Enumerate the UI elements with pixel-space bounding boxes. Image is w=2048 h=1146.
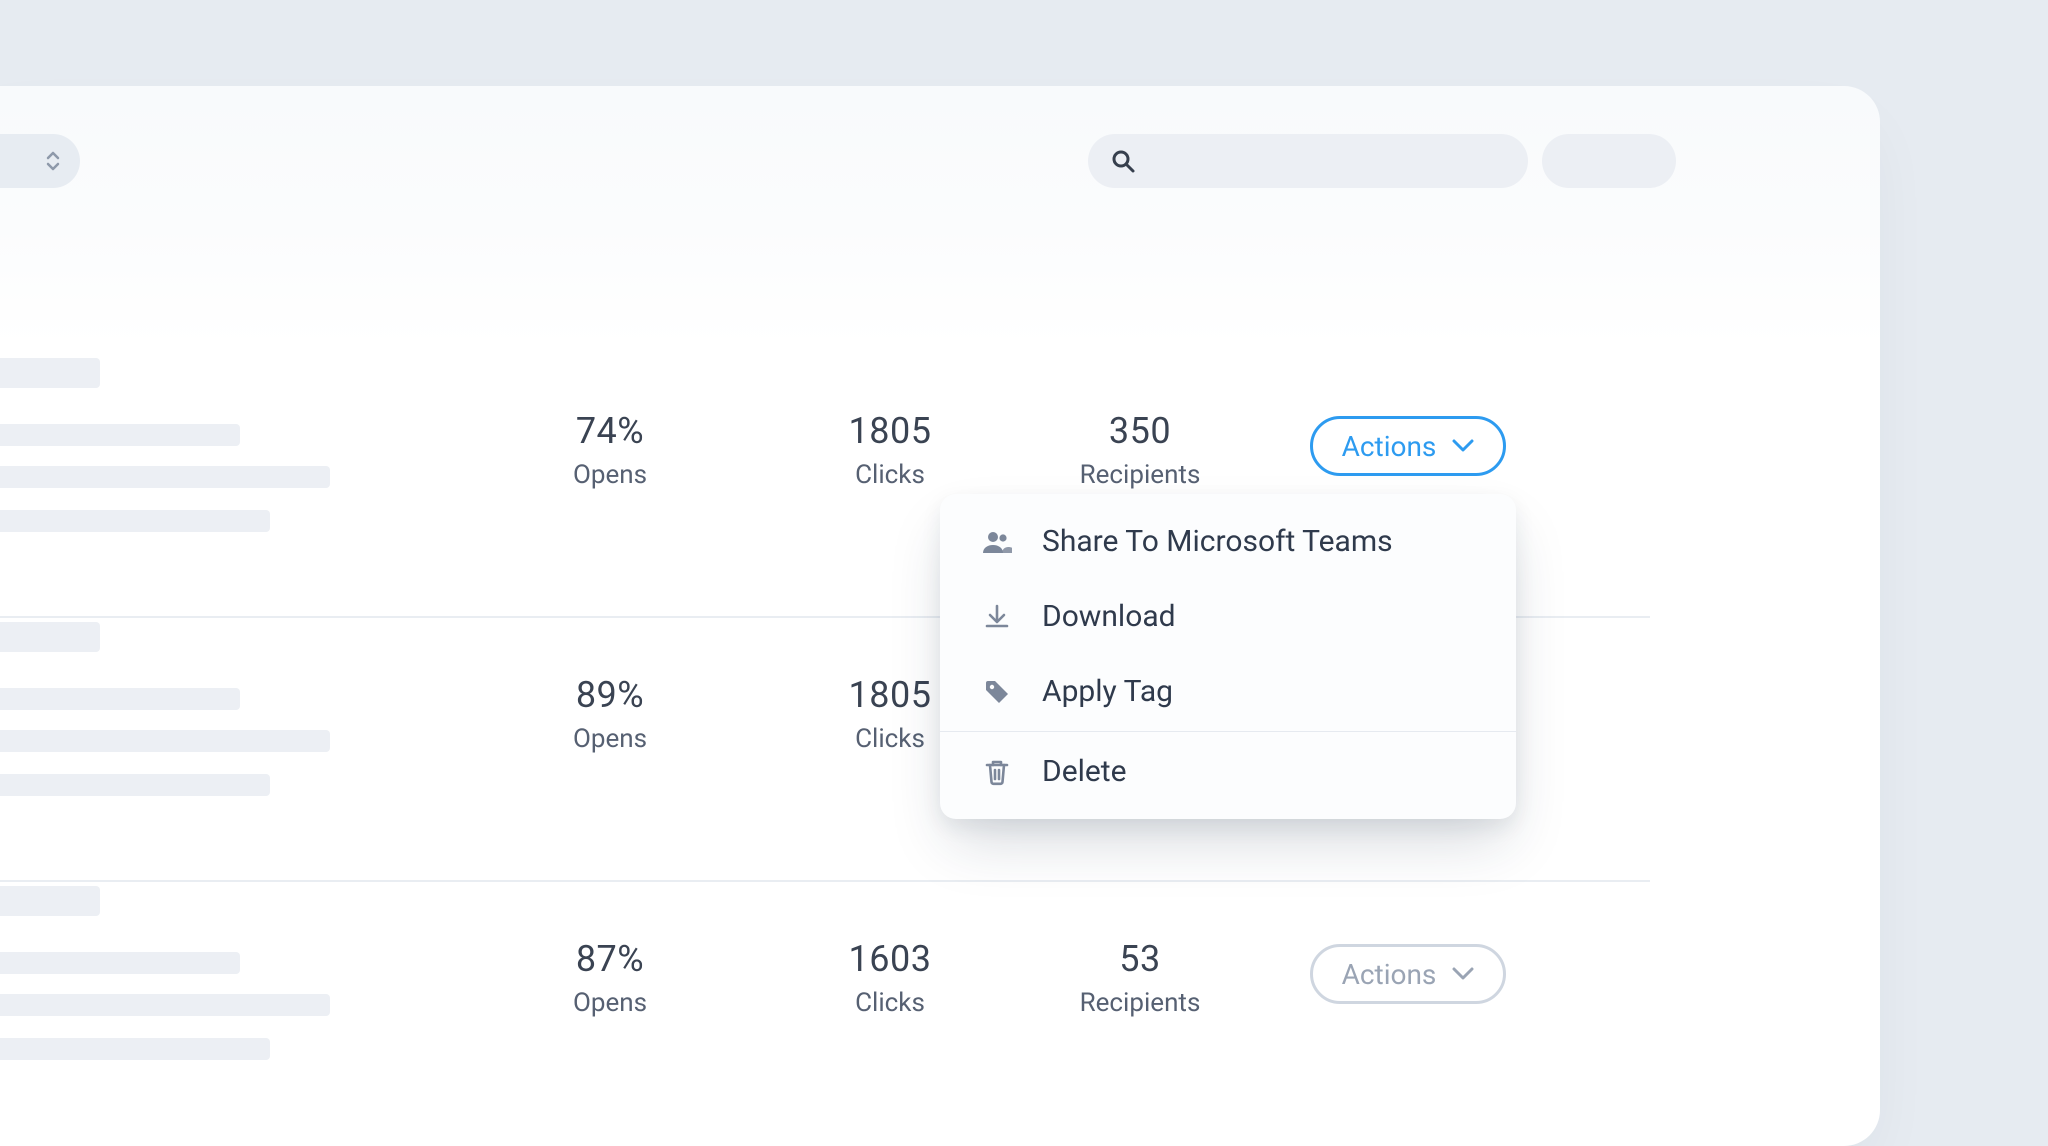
metric-value: 350 (1050, 410, 1230, 452)
menu-item-label: Download (1042, 599, 1176, 634)
menu-item-download[interactable]: Download (940, 579, 1516, 654)
text-placeholder (0, 994, 330, 1016)
menu-item-label: Share To Microsoft Teams (1042, 524, 1393, 559)
search-icon (1110, 148, 1136, 174)
actions-label: Actions (1342, 958, 1437, 991)
trash-icon (980, 758, 1014, 786)
menu-item-label: Delete (1042, 754, 1127, 789)
metric-label: Clicks (810, 460, 970, 490)
users-icon (980, 530, 1014, 554)
menu-item-label: Apply Tag (1042, 674, 1173, 709)
metric-recipients: 350 Recipients (1050, 410, 1230, 490)
text-placeholder (0, 510, 270, 532)
text-placeholder (0, 688, 240, 710)
sort-icon (44, 149, 62, 173)
actions-label: Actions (1342, 430, 1437, 463)
menu-item-share-teams[interactable]: Share To Microsoft Teams (940, 504, 1516, 579)
title-placeholder (0, 622, 100, 652)
actions-dropdown: Share To Microsoft Teams Download App (940, 494, 1516, 819)
metric-recipients: 53 Recipients (1050, 938, 1230, 1018)
metric-label: Recipients (1050, 988, 1230, 1018)
title-placeholder (0, 358, 100, 388)
tag-icon (980, 678, 1014, 706)
download-icon (980, 603, 1014, 631)
metric-value: 89% (530, 674, 690, 716)
text-placeholder (0, 424, 240, 446)
chevron-down-icon (1452, 439, 1474, 453)
metric-opens: 74% Opens (530, 410, 690, 490)
menu-item-delete[interactable]: Delete (940, 734, 1516, 809)
metric-label: Opens (530, 724, 690, 754)
title-placeholder (0, 886, 100, 916)
menu-item-apply-tag[interactable]: Apply Tag (940, 654, 1516, 729)
text-placeholder (0, 774, 270, 796)
metric-label: Opens (530, 460, 690, 490)
actions-button[interactable]: Actions (1310, 416, 1506, 476)
metric-clicks: 1805 Clicks (810, 410, 970, 490)
actions-button[interactable]: Actions (1310, 944, 1506, 1004)
metric-opens: 87% Opens (530, 938, 690, 1018)
metric-label: Recipients (1050, 460, 1230, 490)
menu-separator (940, 731, 1516, 732)
text-placeholder (0, 952, 240, 974)
text-placeholder (0, 466, 330, 488)
metric-value: 74% (530, 410, 690, 452)
search-input[interactable] (1088, 134, 1528, 188)
metric-opens: 89% Opens (530, 674, 690, 754)
chevron-down-icon (1452, 967, 1474, 981)
header-action-pill[interactable] (1542, 134, 1676, 188)
view-selector[interactable] (0, 134, 80, 188)
metric-value: 1805 (810, 410, 970, 452)
app-card: 74% Opens 1805 Clicks 350 Recipients Act… (0, 86, 1880, 1146)
metric-value: 53 (1050, 938, 1230, 980)
metric-clicks: 1603 Clicks (810, 938, 970, 1018)
campaign-row: 87% Opens 1603 Clicks 53 Recipients Acti… (0, 882, 1650, 1146)
metric-value: 87% (530, 938, 690, 980)
text-placeholder (0, 1038, 270, 1060)
text-placeholder (0, 730, 330, 752)
metric-value: 1603 (810, 938, 970, 980)
stage: 74% Opens 1805 Clicks 350 Recipients Act… (0, 0, 2048, 1107)
metric-label: Opens (530, 988, 690, 1018)
metric-label: Clicks (810, 988, 970, 1018)
